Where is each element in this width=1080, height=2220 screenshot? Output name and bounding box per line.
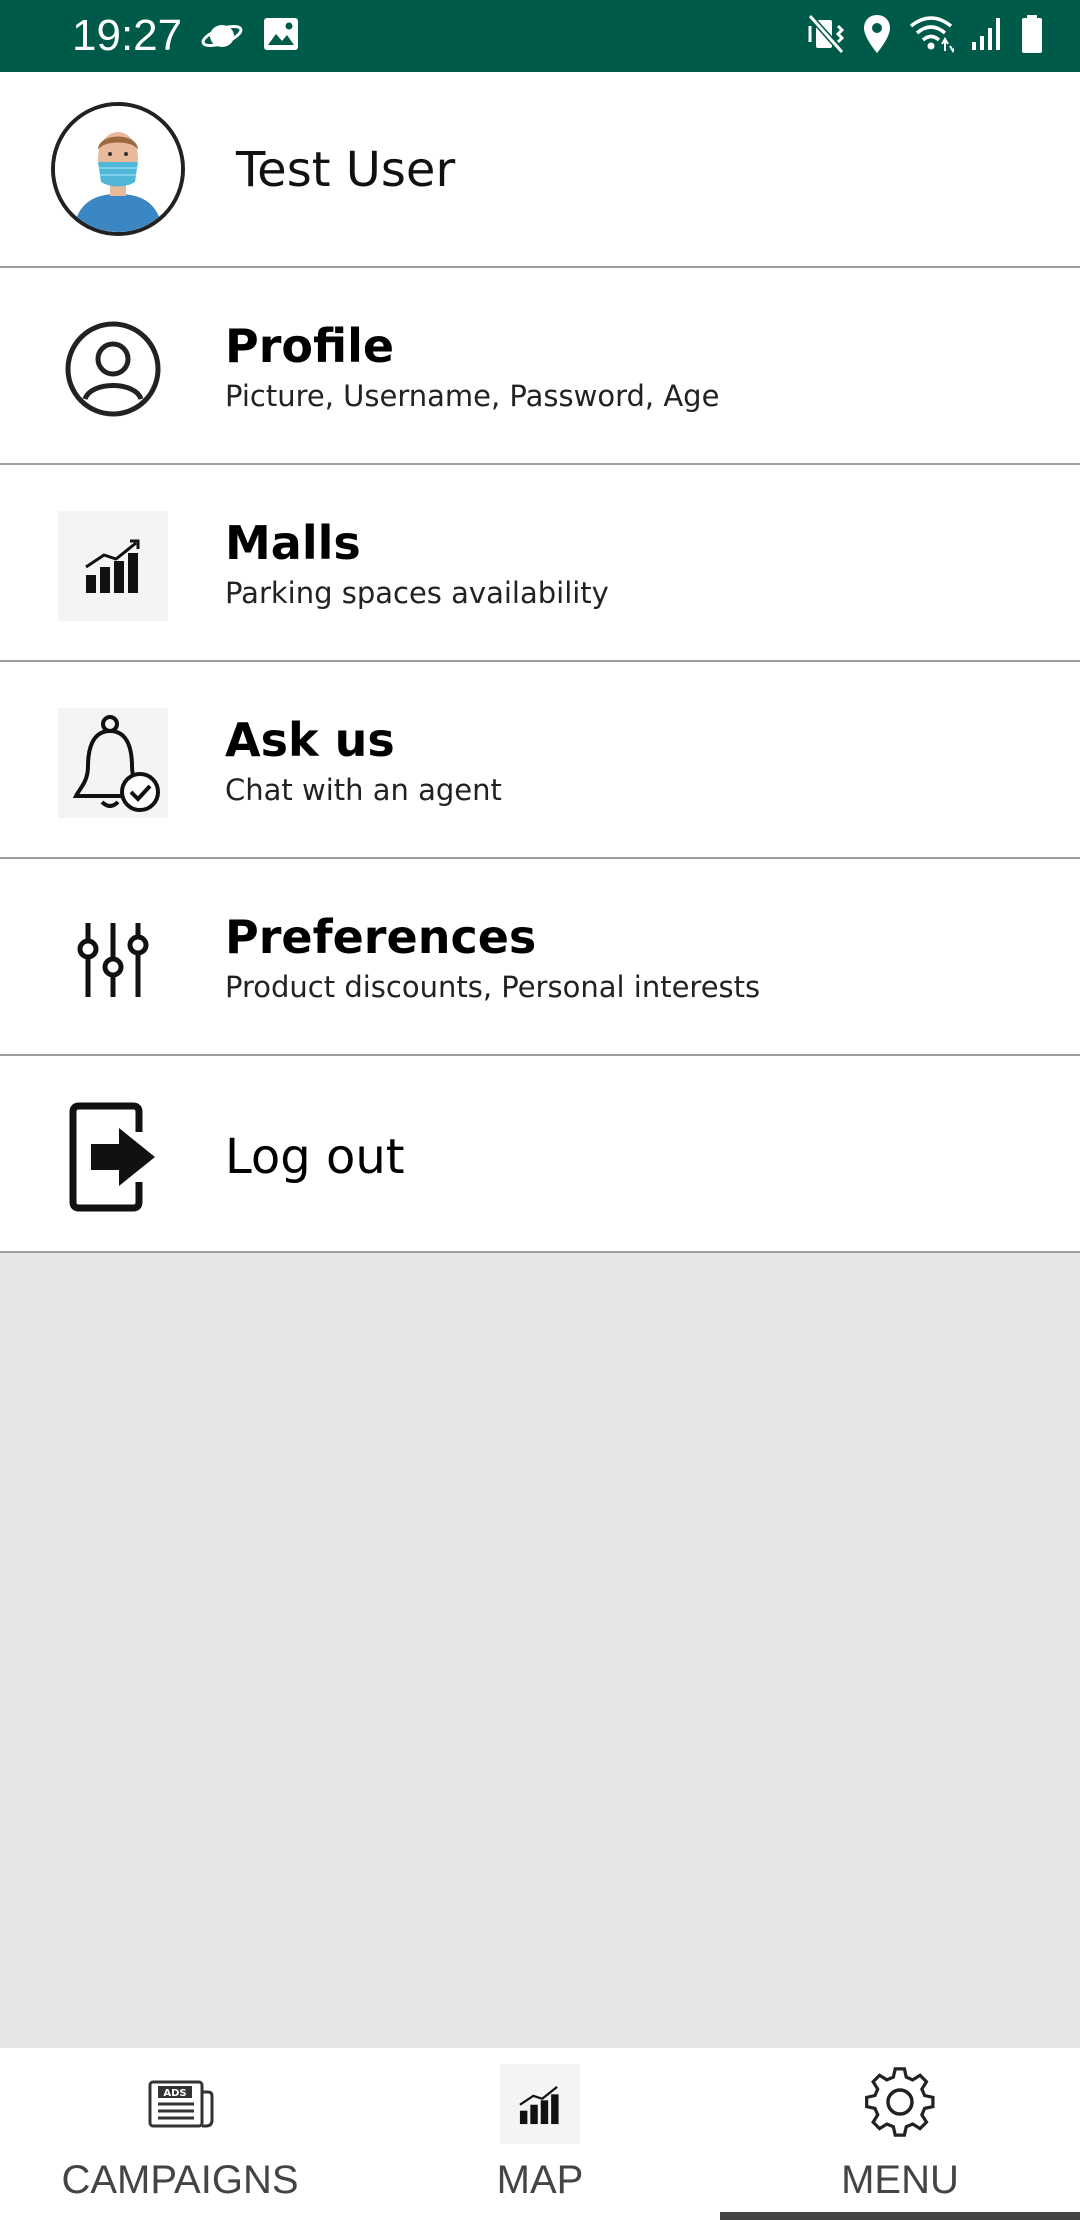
- tab-campaigns[interactable]: ADS CAMPAIGNS: [0, 2048, 360, 2220]
- avatar[interactable]: [51, 102, 185, 236]
- user-header[interactable]: Test User: [0, 72, 1080, 268]
- signal-icon: [970, 16, 1004, 52]
- wifi-icon: [908, 14, 954, 54]
- menu-item-title: Malls: [225, 516, 361, 570]
- saturn-icon: [200, 14, 244, 54]
- tab-label: CAMPAIGNS: [61, 2158, 299, 2202]
- bar-chart-icon: [500, 2064, 580, 2144]
- menu-item-preferences[interactable]: Preferences Product discounts, Personal …: [0, 859, 1080, 1056]
- svg-text:ADS: ADS: [163, 2088, 186, 2099]
- tab-label: MAP: [496, 2158, 584, 2202]
- logout-icon: [58, 1102, 168, 1212]
- logout-label: Log out: [225, 1129, 405, 1185]
- menu-item-malls[interactable]: Malls Parking spaces availability: [0, 465, 1080, 662]
- status-bar: 19:27: [0, 0, 1080, 72]
- menu-item-ask-us[interactable]: Ask us Chat with an agent: [0, 662, 1080, 859]
- sliders-icon: [58, 905, 168, 1015]
- ads-newspaper-icon: ADS: [140, 2064, 220, 2144]
- battery-icon: [1020, 14, 1044, 54]
- location-icon: [862, 13, 892, 55]
- bottom-nav: ADS CAMPAIGNS MAP MENU: [0, 2048, 1080, 2220]
- menu-item-subtitle: Chat with an agent: [225, 773, 502, 807]
- menu-item-subtitle: Picture, Username, Password, Age: [225, 379, 720, 413]
- tab-menu[interactable]: MENU: [720, 2048, 1080, 2220]
- status-time: 19:27: [72, 11, 183, 60]
- menu-item-subtitle: Product discounts, Personal interests: [225, 970, 761, 1004]
- menu-item-subtitle: Parking spaces availability: [225, 576, 609, 610]
- user-name: Test User: [236, 142, 456, 198]
- menu-item-title: Preferences: [225, 910, 537, 964]
- user-circle-icon: [58, 314, 168, 424]
- tab-label: MENU: [841, 2158, 959, 2202]
- menu-item-profile[interactable]: Profile Picture, Username, Password, Age: [0, 268, 1080, 465]
- active-tab-indicator: [720, 2212, 1080, 2220]
- bell-check-icon: [58, 708, 168, 818]
- gear-icon: [860, 2064, 940, 2144]
- menu-item-title: Ask us: [225, 713, 395, 767]
- menu-item-logout[interactable]: Log out: [0, 1056, 1080, 1253]
- image-icon: [262, 14, 300, 54]
- bar-chart-icon: [58, 511, 168, 621]
- menu-item-title: Profile: [225, 319, 395, 373]
- mute-vibrate-icon: [806, 12, 846, 56]
- tab-map[interactable]: MAP: [360, 2048, 720, 2220]
